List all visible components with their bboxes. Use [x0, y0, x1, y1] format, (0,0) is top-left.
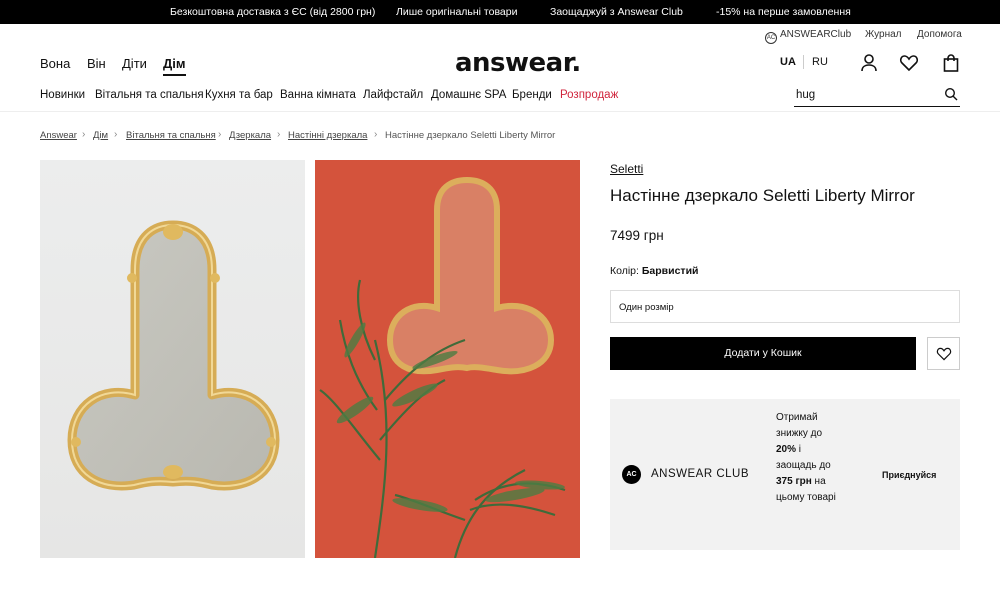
cat-kitchen-bar[interactable]: Кухня та бар — [205, 89, 273, 101]
promo-bar: Безкоштовна доставка з ЄС (від 2800 грн)… — [0, 0, 1000, 24]
answear-club-link[interactable]: AC ANSWEARClub — [765, 29, 851, 44]
heart-icon[interactable] — [899, 53, 919, 73]
chevron-right-icon: › — [277, 129, 281, 140]
cat-sale[interactable]: Розпродаж — [560, 89, 618, 101]
nav-kids[interactable]: Діти — [122, 56, 147, 71]
lang-ru[interactable]: RU — [812, 56, 828, 68]
promo-club[interactable]: Заощаджуй з Answear Club — [550, 6, 683, 18]
chevron-right-icon: › — [374, 129, 378, 140]
chevron-right-icon: › — [114, 129, 118, 140]
product-price: 7499 грн — [610, 228, 664, 243]
bag-icon[interactable] — [941, 53, 961, 73]
product-image-main[interactable] — [40, 160, 305, 558]
crumb-mirrors[interactable]: Дзеркала — [229, 130, 271, 141]
cat-home-spa[interactable]: Домашнє SPA — [431, 89, 506, 101]
club-badge-icon: AC — [765, 32, 777, 44]
nav-women[interactable]: Вона — [40, 56, 70, 71]
lang-ua[interactable]: UA — [780, 56, 796, 68]
product-brand-link[interactable]: Seletti — [610, 162, 643, 176]
wishlist-heart-icon — [936, 347, 952, 361]
crumb-answear[interactable]: Answear — [40, 130, 77, 141]
size-select[interactable]: Один розмір — [610, 290, 960, 323]
size-value: Один розмір — [619, 302, 674, 313]
crumb-living-bedroom[interactable]: Вітальня та спальня — [126, 130, 216, 141]
color-label: Колір: — [610, 265, 639, 277]
color-value: Барвистий — [641, 265, 699, 277]
search-icon[interactable] — [944, 87, 958, 101]
cat-bathroom[interactable]: Ванна кімната — [280, 89, 356, 101]
cat-lifestyle[interactable]: Лайфстайл — [363, 89, 423, 101]
search-value: hug — [796, 89, 816, 101]
cat-brands[interactable]: Бренди — [512, 89, 552, 101]
promo-first-order[interactable]: -15% на перше замовлення — [716, 6, 851, 18]
header-divider — [0, 111, 1000, 112]
user-icon[interactable] — [859, 53, 879, 73]
product-image-lifestyle[interactable] — [315, 160, 580, 558]
product-title: Настінне дзеркало Seletti Liberty Mirror — [610, 186, 915, 205]
add-to-wishlist-button[interactable] — [927, 337, 960, 370]
promo-free-delivery[interactable]: Безкоштовна доставка з ЄС (від 2800 грн) — [170, 6, 375, 18]
nav-home[interactable]: Дім — [163, 56, 186, 76]
journal-link[interactable]: Журнал — [865, 29, 902, 40]
help-link[interactable]: Допомога — [917, 29, 962, 40]
product-color: Колір: Барвистий — [610, 265, 698, 277]
crumb-home[interactable]: Дім — [93, 130, 108, 141]
add-to-cart-button[interactable]: Додати у Кошик — [610, 337, 916, 370]
lang-divider — [803, 55, 804, 69]
chevron-right-icon: › — [218, 129, 222, 140]
nav-men[interactable]: Він — [87, 56, 106, 71]
crumb-current: Настінне дзеркало Seletti Liberty Mirror — [385, 130, 556, 141]
answear-club-panel: AC ANSWEAR CLUB Отримай знижку до 20% і … — [610, 399, 960, 550]
answear-club-name: ANSWEAR CLUB — [651, 468, 750, 480]
cat-new[interactable]: Новинки — [40, 89, 85, 101]
promo-originals[interactable]: Лише оригінальні товари — [396, 6, 517, 18]
search-input[interactable]: hug — [794, 83, 960, 107]
cat-living-bedroom[interactable]: Вітальня та спальня — [95, 89, 204, 101]
answear-logo[interactable]: answear. — [455, 48, 581, 78]
club-join-link[interactable]: Приєднуйся — [882, 470, 936, 480]
chevron-right-icon: › — [82, 129, 86, 140]
answear-club-logo: AC — [622, 465, 641, 484]
club-discount-text: Отримай знижку до 20% і заощадь до 375 г… — [776, 412, 836, 503]
club-link-label: ANSWEARClub — [780, 29, 852, 40]
crumb-wall-mirrors[interactable]: Настінні дзеркала — [288, 130, 367, 141]
